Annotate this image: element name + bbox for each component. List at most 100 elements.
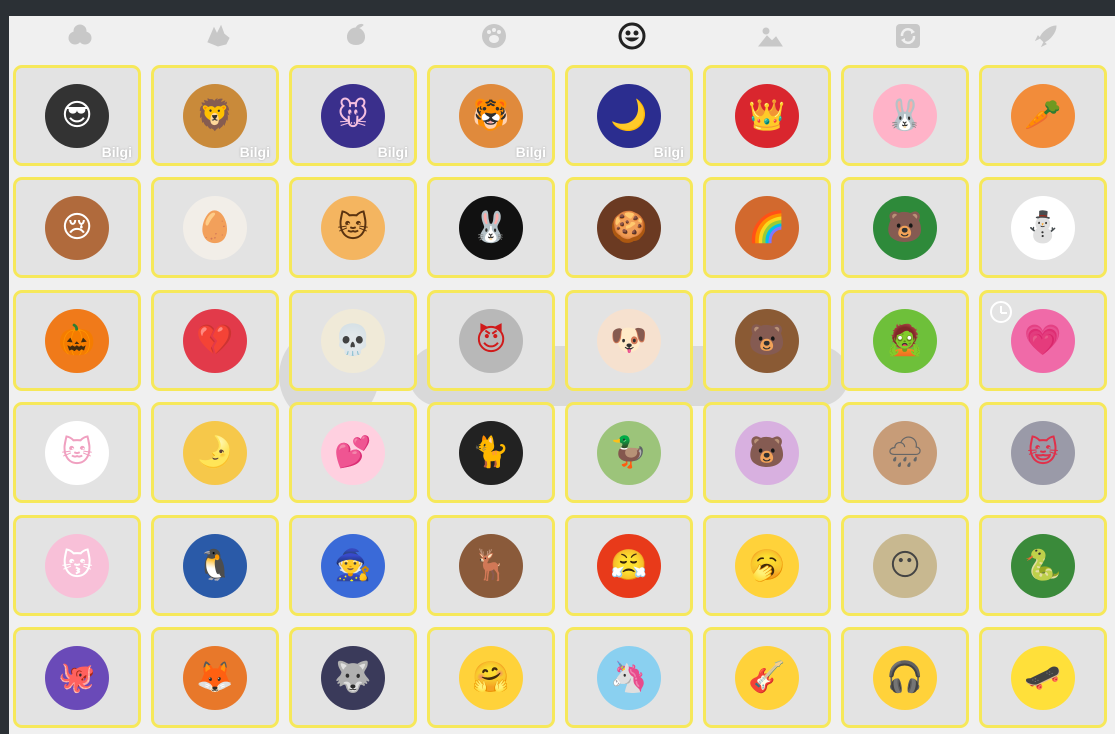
sticker-art: 😢 [45,195,109,260]
mouse-space-sticker[interactable]: 🐭 Bilgi [289,65,417,166]
panda-sunglasses-sticker[interactable]: 😎 Bilgi [13,65,141,166]
white-cat-glasses-sticker[interactable]: 🐱 [13,402,141,503]
cracked-egg-sticker[interactable]: 🥚 [151,177,279,278]
sticker-glyph: 🎸 [748,659,786,695]
pirate-octopus-sticker[interactable]: 🐙 [13,627,141,728]
skater-face-sticker[interactable]: 🛹 [979,627,1107,728]
duck-sticker[interactable]: 🦆 [565,402,693,503]
deer-rainbow-sticker[interactable]: 🌈 [703,177,831,278]
mummy-face-sticker[interactable]: 😶 [841,515,969,616]
skull-sticker[interactable]: 💀 [289,290,417,391]
sticker-glyph: 😢 [61,209,93,245]
landscape-icon [756,22,784,55]
grey-cat-heart-sticker[interactable]: 😺 [979,402,1107,503]
dj-face-sticker[interactable]: 🎧 [841,627,969,728]
santa-yawn-sticker[interactable]: 🥱 [703,515,831,616]
info-badge[interactable]: Bilgi [654,144,684,160]
sticker-glyph: 🦊 [196,659,234,695]
pink-cat-sleeping-sticker[interactable]: 😽 [13,515,141,616]
sticker-art: 💔 [183,308,247,373]
bunny-moon-sticker[interactable]: 🌛 [151,402,279,503]
bunny-carrot-sticker[interactable]: 🥕 [979,65,1107,166]
sticker-art: 🐰 [459,195,523,260]
sticker-art: 🐱 [321,195,385,260]
sticker-art: 💕 [321,420,385,485]
sticker-glyph: 🥕 [1024,97,1062,133]
tab-landscape[interactable] [750,22,790,54]
clover-icon [66,22,94,55]
pirate-bear-sticker[interactable]: 🐻 [703,290,831,391]
sticker-art: 🍪 [597,195,661,260]
zombie-face-sticker[interactable]: 🧟 [841,290,969,391]
medusa-face-sticker[interactable]: 🐍 [979,515,1107,616]
sticker-art: 😤 [597,533,661,598]
sick-heart-sticker[interactable]: 💔 [151,290,279,391]
sticker-picker-panel: 😎 Bilgi 🦁 Bilgi 🐭 Bilgi 🐯 Bilgi 🌙 Bilgi 👑 🐰 🥕 😢 🥚 🐱 🐰 🍪 🌈 🐻… [9,16,1115,734]
sticker-glyph: 🌈 [748,209,786,245]
tab-paw[interactable] [474,22,514,54]
sticker-glyph: 🦌 [472,547,510,583]
angry-red-face-sticker[interactable]: 😤 [565,515,693,616]
info-badge[interactable]: Bilgi [240,144,270,160]
sticker-glyph: 🍪 [610,209,648,245]
moon-night-sticker[interactable]: 🌙 Bilgi [565,65,693,166]
lion-costume-sticker[interactable]: 🦁 Bilgi [151,65,279,166]
tiger-costume-sticker[interactable]: 🐯 Bilgi [427,65,555,166]
tab-clover[interactable] [60,22,100,54]
tab-rocket[interactable] [1026,22,1066,54]
info-badge[interactable]: Bilgi [102,144,132,160]
dancing-cat-sticker[interactable]: 🐱 [289,177,417,278]
sticker-art: 🐈 [459,420,523,485]
sticker-glyph: 🥚 [196,209,234,245]
sticker-art: 🐱 [45,420,109,485]
sticker-art: 🐙 [45,645,109,710]
tab-refresh[interactable] [888,22,928,54]
sticker-category-tabs [9,16,1115,62]
black-cat-sticker[interactable]: 🐈 [427,402,555,503]
sticker-glyph: 😽 [61,547,93,583]
sticker-glyph: 💀 [334,322,372,358]
sticker-glyph: 💔 [196,322,234,358]
info-badge[interactable]: Bilgi [378,144,408,160]
gnome-heart-sticker[interactable]: 🧙 [289,515,417,616]
sticker-glyph: 🐯 [472,97,510,133]
smiley-icon [618,22,646,55]
walking-dog-sticker[interactable]: 🐶 [565,290,693,391]
sticker-art: 🦄 [597,645,661,710]
fox-sticker[interactable]: 🦊 [151,627,279,728]
gingerbread-sticker[interactable]: 🍪 [565,177,693,278]
rocket-icon [1032,22,1060,55]
sticker-art: 😺 [1011,420,1075,485]
sticker-glyph: 😺 [1027,434,1059,470]
sticker-art: 🛹 [1011,645,1075,710]
three-wolves-sticker[interactable]: 🐺 [289,627,417,728]
confused-bear-sticker[interactable]: 🐻 [703,402,831,503]
pink-heart-face-sticker[interactable]: 💗 [979,290,1107,391]
crying-girl-sticker[interactable]: 😢 [13,177,141,278]
tab-smiley[interactable] [612,22,652,54]
pink-bunny-sticker[interactable]: 🐰 [841,65,969,166]
info-badge[interactable]: Bilgi [516,144,546,160]
unicorn-sunglasses-sticker[interactable]: 🦄 [565,627,693,728]
bunny-hearts-sticker[interactable]: 💕 [289,402,417,503]
wov-hug-face-sticker[interactable]: 🤗 [427,627,555,728]
black-bunny-hearts-sticker[interactable]: 🐰 [427,177,555,278]
pumpkin-witch-sticker[interactable]: 🎃 [13,290,141,391]
queen-kiss-sticker[interactable]: 👑 [703,65,831,166]
bear-watermelon-sticker[interactable]: 🐻 [841,177,969,278]
sticker-art: 🐺 [321,645,385,710]
sticker-art: 🐶 [597,308,661,373]
sticker-glyph: 🌙 [610,97,648,133]
sticker-art: 🌙 [597,83,661,148]
tab-wolf[interactable] [198,22,238,54]
rainy-bear-sticker[interactable]: 🌧 [841,402,969,503]
hockey-mask-sticker[interactable]: 😈 [427,290,555,391]
sticker-art: 🐭 [321,83,385,148]
hippie-guitar-sticker[interactable]: 🎸 [703,627,831,728]
penguin-love-sticker[interactable]: 🐧 [151,515,279,616]
snowman-sticker[interactable]: ⛄ [979,177,1107,278]
tab-peach[interactable] [336,22,376,54]
paw-icon [480,22,508,55]
sticker-glyph: 🐱 [61,434,93,470]
reindeer-kid-sticker[interactable]: 🦌 [427,515,555,616]
